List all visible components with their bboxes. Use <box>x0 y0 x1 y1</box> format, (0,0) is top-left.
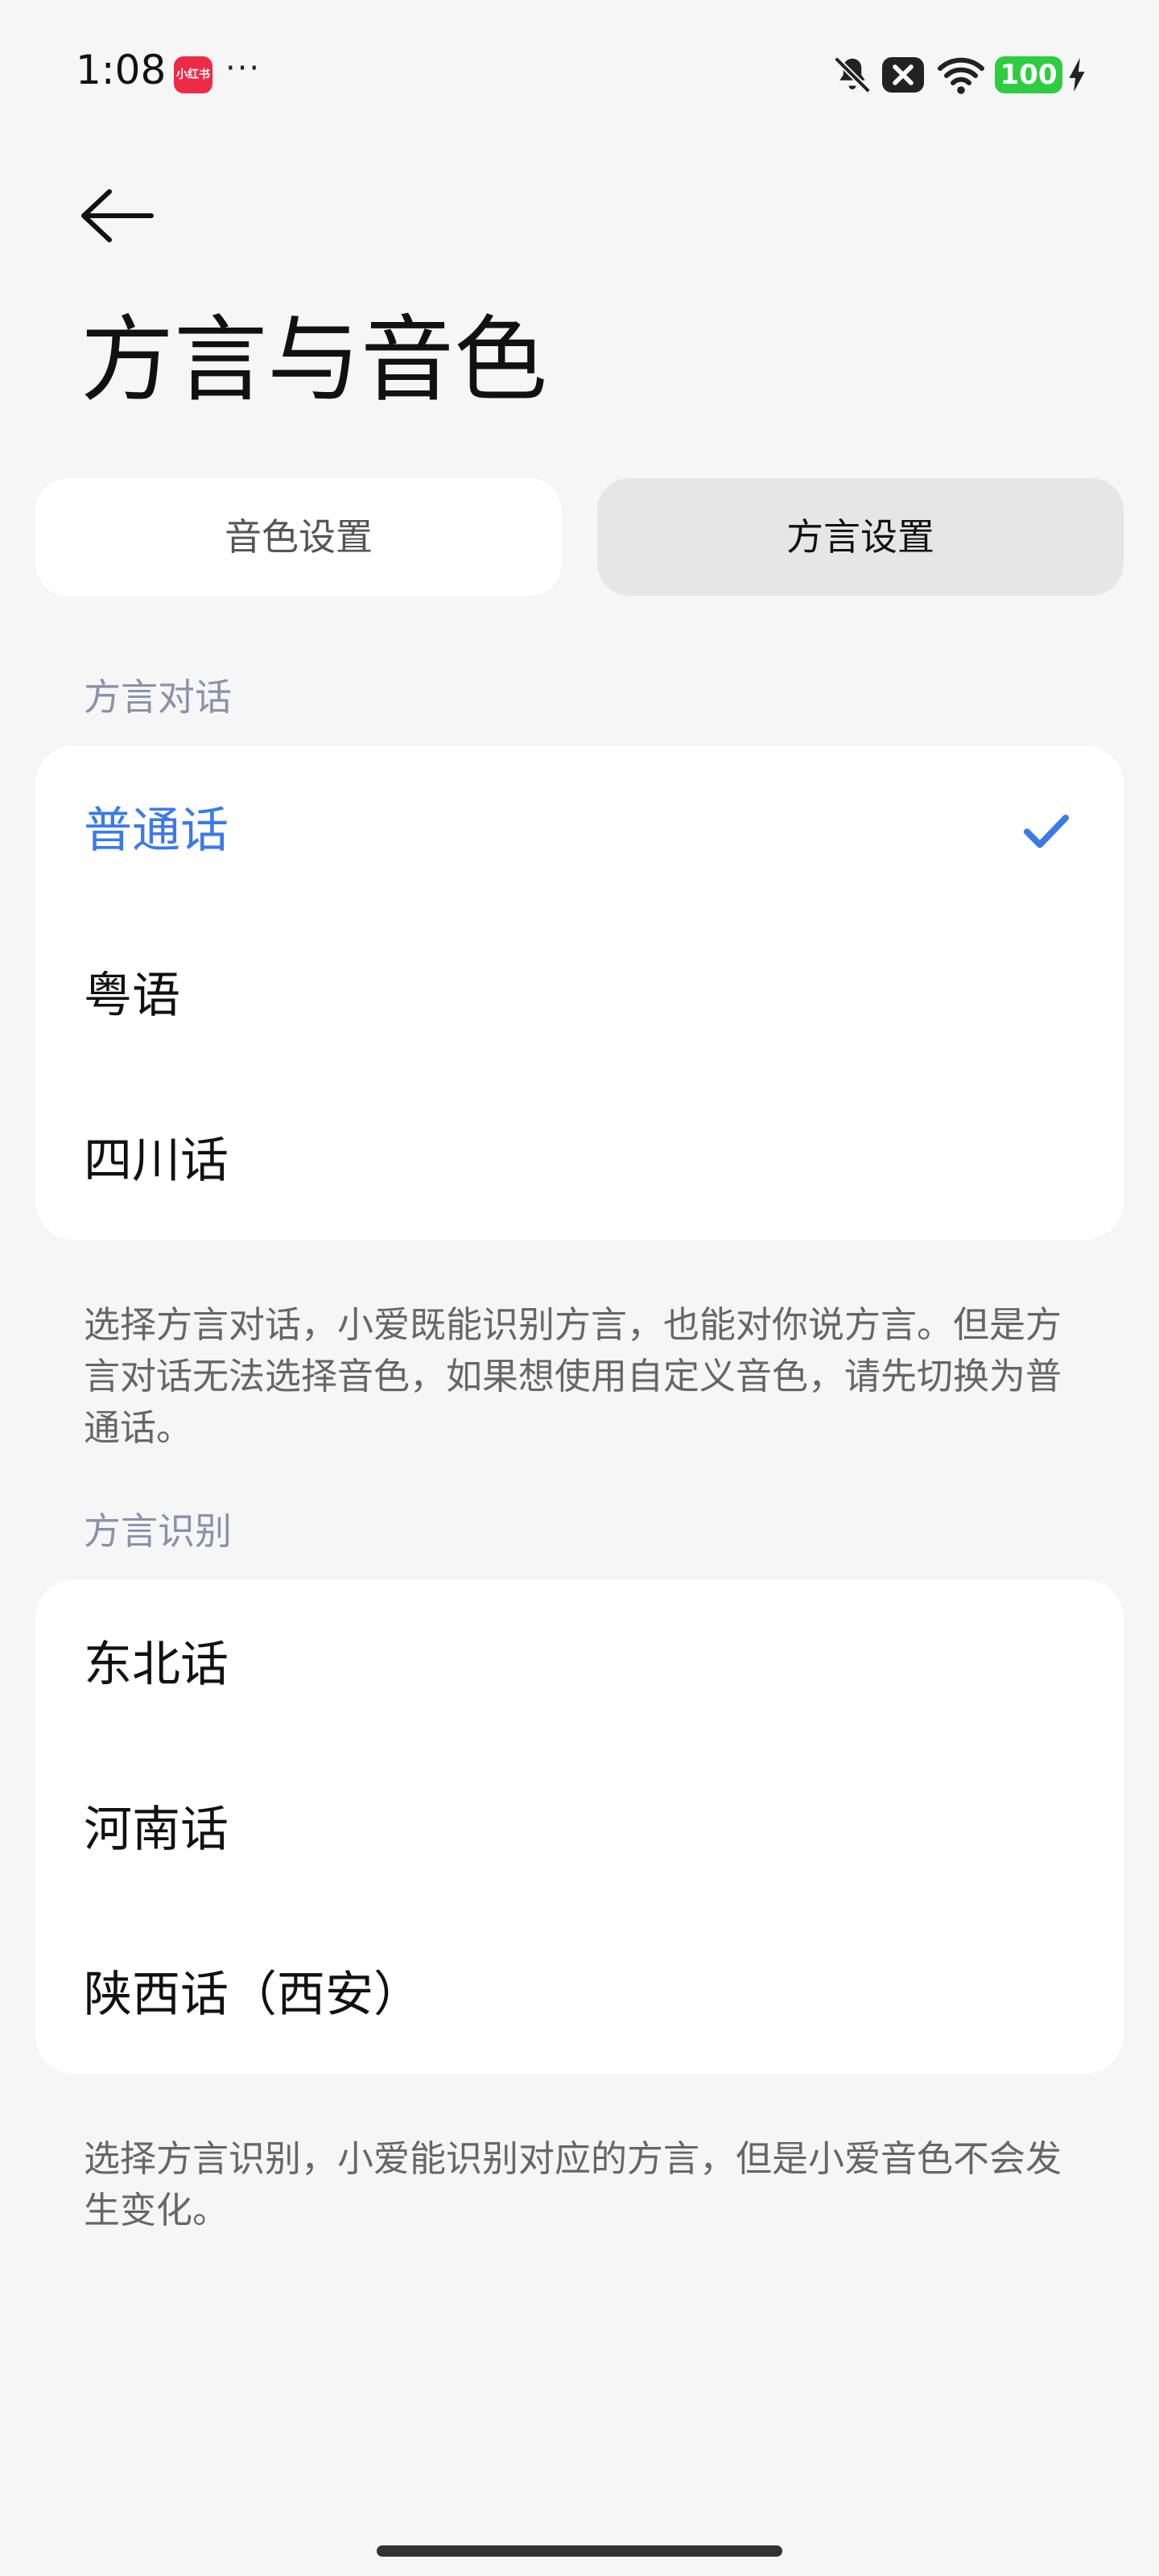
home-indicator[interactable] <box>377 2545 782 2557</box>
check-icon <box>1024 815 1069 848</box>
section-label-dialect-dialog: 方言对话 <box>84 675 232 719</box>
option-label: 四川话 <box>84 1133 229 1189</box>
dialect-recognition-note: 选择方言识别，小爱能识别对应的方言，但是小爱音色不会发生变化。 <box>84 2137 1062 2231</box>
option-label: 陕西话（西安） <box>84 1967 422 2023</box>
status-bar: 1:08 小红书 ··· 100 <box>0 0 1159 153</box>
dialect-dialog-card: 普通话 粤语 四川话 <box>35 745 1124 1240</box>
option-label: 东北话 <box>84 1637 229 1693</box>
tab-voice-settings[interactable]: 音色设置 <box>35 478 562 596</box>
charging-icon <box>1069 57 1085 93</box>
battery-level: 100 <box>995 56 1062 93</box>
more-notifications-icon: ··· <box>225 50 262 87</box>
mute-bell-icon <box>834 56 871 93</box>
option-label: 河南话 <box>84 1802 229 1858</box>
page-title: 方言与音色 <box>80 306 547 415</box>
close-box-icon <box>882 57 924 93</box>
status-time: 1:08 <box>76 47 167 93</box>
option-label: 粤语 <box>84 968 180 1024</box>
option-sichuanese[interactable]: 四川话 <box>84 1079 1075 1244</box>
tab-dialect-settings[interactable]: 方言设置 <box>597 478 1124 596</box>
dialect-dialog-note: 选择方言对话，小爱既能识别方言，也能对你说方言。但是方言对话无法选择音色，如果想… <box>84 1303 1062 1449</box>
section-label-dialect-recognition: 方言识别 <box>84 1509 232 1553</box>
xiaohongshu-app-icon: 小红书 <box>174 56 212 93</box>
option-mandarin[interactable]: 普通话 <box>84 749 1075 914</box>
option-henanese[interactable]: 河南话 <box>84 1748 1075 1913</box>
option-northeastern[interactable]: 东北话 <box>84 1583 1075 1748</box>
option-label: 普通话 <box>84 803 229 859</box>
back-arrow-icon[interactable] <box>77 184 158 248</box>
wifi-icon <box>938 57 984 94</box>
dialect-recognition-card: 东北话 河南话 陕西话（西安） <box>35 1579 1124 2074</box>
option-cantonese[interactable]: 粤语 <box>84 914 1075 1079</box>
option-shaanxi-xian[interactable]: 陕西话（西安） <box>84 1913 1075 2078</box>
